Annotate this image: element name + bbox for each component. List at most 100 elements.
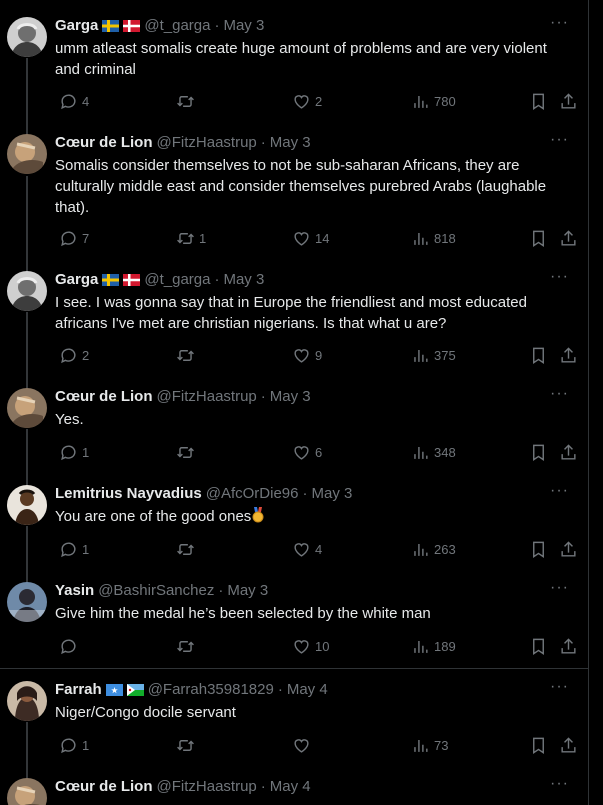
views-button[interactable]: 375 (407, 345, 456, 365)
reply-button[interactable]: 2 (55, 345, 89, 365)
share-button[interactable] (555, 442, 578, 462)
more-options-icon[interactable]: ··· (550, 268, 569, 286)
bookmark-button[interactable] (525, 636, 548, 656)
like-button[interactable]: 14 (288, 228, 329, 248)
display-name[interactable]: Garga (55, 17, 98, 34)
reply-button[interactable]: 1 (55, 539, 89, 559)
like-button[interactable]: 6 (288, 442, 322, 462)
avatar[interactable] (7, 17, 47, 57)
more-options-icon[interactable]: ··· (550, 579, 569, 597)
action-count: 10 (315, 638, 330, 654)
bookmark-button[interactable] (525, 539, 548, 559)
tweet-date[interactable]: May 3 (270, 388, 311, 405)
views-button[interactable]: 263 (407, 539, 456, 559)
action-count: 1 (82, 541, 90, 557)
tweet-text: Somalis consider themselves to not be su… (55, 155, 575, 218)
tweet-date[interactable]: May 3 (227, 582, 268, 599)
retweet-button[interactable] (172, 91, 195, 111)
bookmark-button[interactable] (525, 735, 548, 755)
like-button[interactable]: 9 (288, 345, 322, 365)
flag-so-icon (105, 683, 123, 696)
retweet-button[interactable] (172, 442, 195, 462)
tweet-date[interactable]: May 4 (270, 778, 311, 795)
share-icon (559, 736, 578, 755)
avatar[interactable] (7, 778, 47, 805)
user-handle[interactable]: @t_garga (144, 17, 210, 34)
separator-dot: · (214, 270, 220, 288)
display-name[interactable]: Farrah (55, 681, 102, 698)
bookmark-icon (529, 540, 548, 559)
user-handle[interactable]: @AfcOrDie96 (206, 485, 299, 502)
like-button[interactable]: 2 (288, 91, 322, 111)
tweet-date[interactable]: May 3 (223, 271, 264, 288)
avatar[interactable] (7, 485, 47, 525)
views-button[interactable]: 780 (407, 91, 456, 111)
user-handle[interactable]: @FitzHaastrup (157, 778, 257, 795)
tweet-date[interactable]: May 3 (270, 134, 311, 151)
avatar[interactable] (7, 134, 47, 174)
views-button[interactable]: 189 (407, 636, 456, 656)
flag-se-icon (102, 19, 120, 32)
views-button[interactable]: 73 (407, 735, 448, 755)
avatar[interactable] (7, 582, 47, 622)
user-handle[interactable]: @BashirSanchez (98, 582, 214, 599)
retweet-button[interactable]: 1 (172, 228, 206, 248)
action-count: 263 (434, 541, 456, 557)
share-button[interactable] (555, 91, 578, 111)
retweet-button[interactable] (172, 636, 195, 656)
like-button[interactable] (288, 735, 311, 755)
tweet-header: Cœur de Lion @FitzHaastrup · May 3 (55, 386, 311, 406)
avatar[interactable] (7, 681, 47, 721)
reply-button[interactable]: 4 (55, 91, 89, 111)
share-button[interactable] (555, 539, 578, 559)
more-options-icon[interactable]: ··· (550, 385, 569, 403)
more-options-icon[interactable]: ··· (550, 678, 569, 696)
user-handle[interactable]: @Farrah35981829 (148, 681, 274, 698)
tweet-text-content: I see. I was gonna say that in Europe th… (55, 294, 527, 332)
tweet-date[interactable]: May 3 (311, 485, 352, 502)
like-button[interactable]: 4 (288, 539, 322, 559)
user-handle[interactable]: @FitzHaastrup (157, 388, 257, 405)
bookmark-button[interactable] (525, 91, 548, 111)
reply-button[interactable]: 1 (55, 442, 89, 462)
share-button[interactable] (555, 735, 578, 755)
display-name[interactable]: Lemitrius Nayvadius (55, 485, 202, 502)
more-options-icon[interactable]: ··· (550, 14, 569, 32)
tweet-text: umm atleast somalis create huge amount o… (55, 38, 575, 80)
reply-button[interactable] (55, 636, 78, 656)
retweet-button[interactable] (172, 539, 195, 559)
views-button[interactable]: 818 (407, 228, 456, 248)
bookmark-button[interactable] (525, 345, 548, 365)
tweet-date[interactable]: May 4 (287, 681, 328, 698)
tweet-date[interactable]: May 3 (223, 17, 264, 34)
reply-button[interactable]: 1 (55, 735, 89, 755)
views-button[interactable]: 348 (407, 442, 456, 462)
display-name[interactable]: Cœur de Lion (55, 778, 153, 795)
more-options-icon[interactable]: ··· (550, 482, 569, 500)
tweet-actions: 1 73 (55, 735, 578, 755)
like-button[interactable]: 10 (288, 636, 329, 656)
more-options-icon[interactable]: ··· (550, 131, 569, 149)
display-name[interactable]: Yasin (55, 582, 94, 599)
bookmark-icon (529, 346, 548, 365)
separator-dot: · (218, 581, 224, 599)
action-count: 375 (434, 347, 456, 363)
heart-icon (292, 229, 311, 248)
avatar[interactable] (7, 388, 47, 428)
share-button[interactable] (555, 228, 578, 248)
display-name[interactable]: Cœur de Lion (55, 388, 153, 405)
user-handle[interactable]: @FitzHaastrup (157, 134, 257, 151)
bookmark-button[interactable] (525, 228, 548, 248)
tweet-header: Garga @t_garga · May 3 (55, 15, 264, 35)
display-name[interactable]: Garga (55, 271, 98, 288)
share-button[interactable] (555, 345, 578, 365)
bookmark-button[interactable] (525, 442, 548, 462)
reply-button[interactable]: 7 (55, 228, 89, 248)
retweet-button[interactable] (172, 735, 195, 755)
user-handle[interactable]: @t_garga (144, 271, 210, 288)
avatar[interactable] (7, 271, 47, 311)
more-options-icon[interactable]: ··· (550, 775, 569, 793)
retweet-button[interactable] (172, 345, 195, 365)
share-button[interactable] (555, 636, 578, 656)
display-name[interactable]: Cœur de Lion (55, 134, 153, 151)
